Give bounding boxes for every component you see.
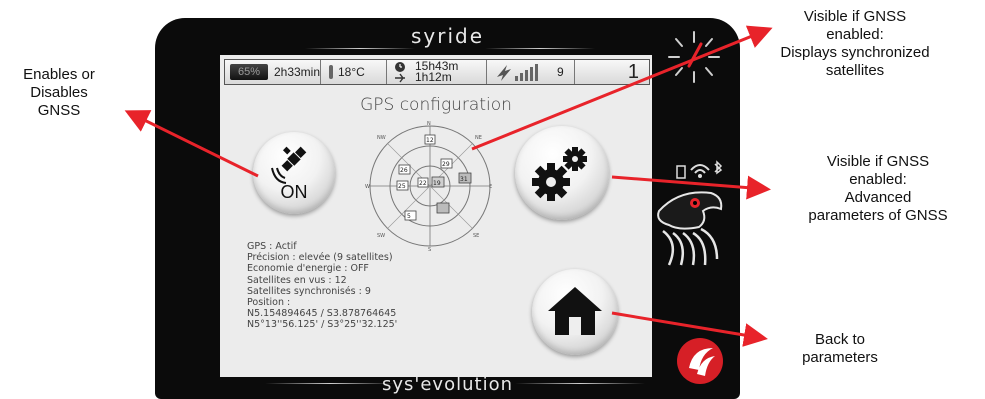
arrow-advanced xyxy=(611,175,771,200)
annotation-arrows xyxy=(124,25,773,347)
arrow-back xyxy=(611,311,768,347)
arrow-sync-sats xyxy=(471,25,773,151)
arrow-gnss-toggle xyxy=(124,110,259,178)
